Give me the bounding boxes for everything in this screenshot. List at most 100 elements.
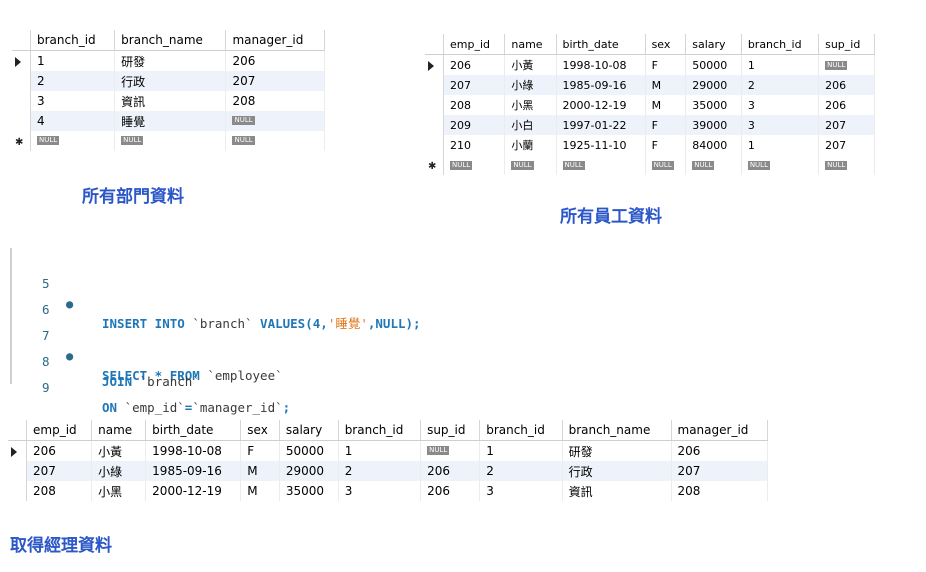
column-header[interactable]: branch_name bbox=[114, 30, 227, 51]
column-header[interactable]: emp_id bbox=[443, 34, 506, 55]
table-cell[interactable]: NULL bbox=[685, 155, 742, 175]
table-cell[interactable]: 2000-12-19 bbox=[145, 481, 242, 501]
row-indicator[interactable] bbox=[425, 95, 444, 115]
table-cell[interactable]: 2 bbox=[338, 461, 422, 481]
row-indicator[interactable] bbox=[425, 54, 444, 75]
row-indicator[interactable] bbox=[8, 461, 27, 481]
table-cell[interactable]: NULL bbox=[556, 155, 646, 175]
column-header[interactable]: branch_id bbox=[338, 420, 422, 441]
table-cell[interactable]: NULL bbox=[225, 111, 325, 131]
table-cell[interactable]: M bbox=[645, 95, 687, 115]
table-cell[interactable]: NULL bbox=[504, 155, 557, 175]
row-indicator[interactable]: ✱ bbox=[425, 155, 444, 175]
column-header[interactable]: birth_date bbox=[556, 34, 646, 55]
column-header[interactable]: birth_date bbox=[145, 420, 242, 441]
table-cell[interactable]: 1985-09-16 bbox=[556, 75, 646, 95]
table-cell[interactable]: 2 bbox=[741, 75, 820, 95]
table-cell[interactable]: 208 bbox=[443, 95, 506, 115]
table-cell[interactable]: 50000 bbox=[279, 440, 339, 461]
table-cell[interactable]: 資訊 bbox=[114, 91, 227, 111]
row-indicator[interactable] bbox=[8, 440, 27, 461]
table-cell[interactable]: F bbox=[645, 135, 687, 155]
table-cell[interactable]: 29000 bbox=[685, 75, 742, 95]
table-cell[interactable]: 小黃 bbox=[504, 54, 557, 75]
table-cell[interactable]: 208 bbox=[671, 481, 769, 501]
table-cell[interactable]: NULL bbox=[443, 155, 506, 175]
row-indicator[interactable] bbox=[425, 75, 444, 95]
table-cell[interactable]: 資訊 bbox=[562, 481, 672, 501]
table-row[interactable]: 210 小蘭 1925-11-10 F 84000 1 207 bbox=[425, 135, 875, 155]
column-header[interactable]: branch_id bbox=[30, 30, 116, 51]
table-cell[interactable]: 206 bbox=[443, 54, 506, 75]
table-cell[interactable]: 4 bbox=[30, 111, 116, 131]
column-header[interactable]: name bbox=[504, 34, 557, 55]
column-header[interactable]: salary bbox=[685, 34, 742, 55]
table-cell[interactable]: 小黑 bbox=[91, 481, 147, 501]
column-header[interactable]: branch_id bbox=[741, 34, 820, 55]
column-header[interactable]: sex bbox=[645, 34, 687, 55]
row-indicator[interactable] bbox=[425, 135, 444, 155]
table-row[interactable]: 206 小黃 1998-10-08 F 50000 1 NULL 1 研發 206 bbox=[8, 440, 769, 461]
table-row[interactable]: 3 資訊 208 bbox=[12, 91, 325, 111]
join-result-grid[interactable]: emp_id name birth_date sex salary branch… bbox=[8, 420, 769, 501]
table-cell[interactable]: 35000 bbox=[685, 95, 742, 115]
column-header[interactable]: manager_id bbox=[225, 30, 325, 51]
table-cell[interactable]: 29000 bbox=[279, 461, 339, 481]
table-cell[interactable]: 207 bbox=[443, 75, 506, 95]
table-cell[interactable]: 208 bbox=[225, 91, 325, 111]
table-row[interactable]: 208 小黑 2000-12-19 M 35000 3 206 3 資訊 208 bbox=[8, 481, 769, 501]
table-cell[interactable]: 行政 bbox=[114, 71, 227, 91]
table-cell[interactable]: 1925-11-10 bbox=[556, 135, 646, 155]
table-cell[interactable]: 206 bbox=[818, 95, 875, 115]
table-cell[interactable]: 1 bbox=[338, 440, 422, 461]
table-cell[interactable]: 小綠 bbox=[504, 75, 557, 95]
table-cell[interactable]: 小蘭 bbox=[504, 135, 557, 155]
table-cell[interactable]: 206 bbox=[671, 440, 769, 461]
table-cell[interactable]: 50000 bbox=[685, 54, 742, 75]
new-row[interactable]: ✱ NULL NULL NULL NULL NULL NULL NULL bbox=[425, 155, 875, 175]
table-cell[interactable]: F bbox=[645, 54, 687, 75]
table-cell[interactable]: 207 bbox=[818, 135, 875, 155]
column-header[interactable]: sup_id bbox=[818, 34, 875, 55]
column-header[interactable]: manager_id bbox=[671, 420, 769, 441]
table-cell[interactable]: 小綠 bbox=[91, 461, 147, 481]
table-cell[interactable]: NULL bbox=[114, 131, 227, 151]
table-cell[interactable]: F bbox=[240, 440, 280, 461]
table-cell[interactable]: M bbox=[240, 461, 280, 481]
table-cell[interactable]: 睡覺 bbox=[114, 111, 227, 131]
row-indicator[interactable]: ✱ bbox=[12, 131, 31, 151]
table-cell[interactable]: 84000 bbox=[685, 135, 742, 155]
table-cell[interactable]: NULL bbox=[645, 155, 687, 175]
table-cell[interactable]: 39000 bbox=[685, 115, 742, 135]
table-cell[interactable]: 小黃 bbox=[91, 440, 147, 461]
table-cell[interactable]: 3 bbox=[479, 481, 563, 501]
column-header[interactable]: sup_id bbox=[420, 420, 481, 441]
table-row[interactable]: 207 小綠 1985-09-16 M 29000 2 206 bbox=[425, 75, 875, 95]
table-cell[interactable]: 3 bbox=[741, 95, 820, 115]
table-row[interactable]: 209 小白 1997-01-22 F 39000 3 207 bbox=[425, 115, 875, 135]
table-cell[interactable]: 209 bbox=[443, 115, 506, 135]
row-indicator[interactable] bbox=[12, 50, 31, 71]
row-indicator[interactable] bbox=[12, 111, 31, 131]
table-row[interactable]: 2 行政 207 bbox=[12, 71, 325, 91]
table-cell[interactable]: M bbox=[645, 75, 687, 95]
row-indicator[interactable] bbox=[8, 481, 27, 501]
table-cell[interactable]: 206 bbox=[225, 50, 325, 71]
table-row[interactable]: 207 小綠 1985-09-16 M 29000 2 206 2 行政 207 bbox=[8, 461, 769, 481]
table-cell[interactable]: 2000-12-19 bbox=[556, 95, 646, 115]
table-cell[interactable]: 210 bbox=[443, 135, 506, 155]
new-row[interactable]: ✱ NULL NULL NULL bbox=[12, 131, 325, 151]
column-header[interactable]: name bbox=[91, 420, 147, 441]
branch-result-grid[interactable]: branch_id branch_name manager_id 1 研發 206 2… bbox=[12, 30, 325, 151]
sql-editor[interactable]: 5 ● INSERT INTO `branch` VALUES(4,'睡覺',N… bbox=[10, 248, 492, 415]
table-cell[interactable]: 35000 bbox=[279, 481, 339, 501]
table-cell[interactable]: 206 bbox=[420, 461, 481, 481]
table-cell[interactable]: NULL bbox=[741, 155, 820, 175]
column-header[interactable]: emp_id bbox=[26, 420, 93, 441]
code-text[interactable]: ON `emp_id`=`manager_id`; bbox=[102, 398, 290, 418]
table-cell[interactable]: 1998-10-08 bbox=[145, 440, 242, 461]
table-cell[interactable]: 1998-10-08 bbox=[556, 54, 646, 75]
column-header[interactable]: branch_name bbox=[562, 420, 672, 441]
table-cell[interactable]: 研發 bbox=[114, 50, 227, 71]
employee-result-grid[interactable]: emp_id name birth_date sex salary branch… bbox=[425, 34, 875, 175]
